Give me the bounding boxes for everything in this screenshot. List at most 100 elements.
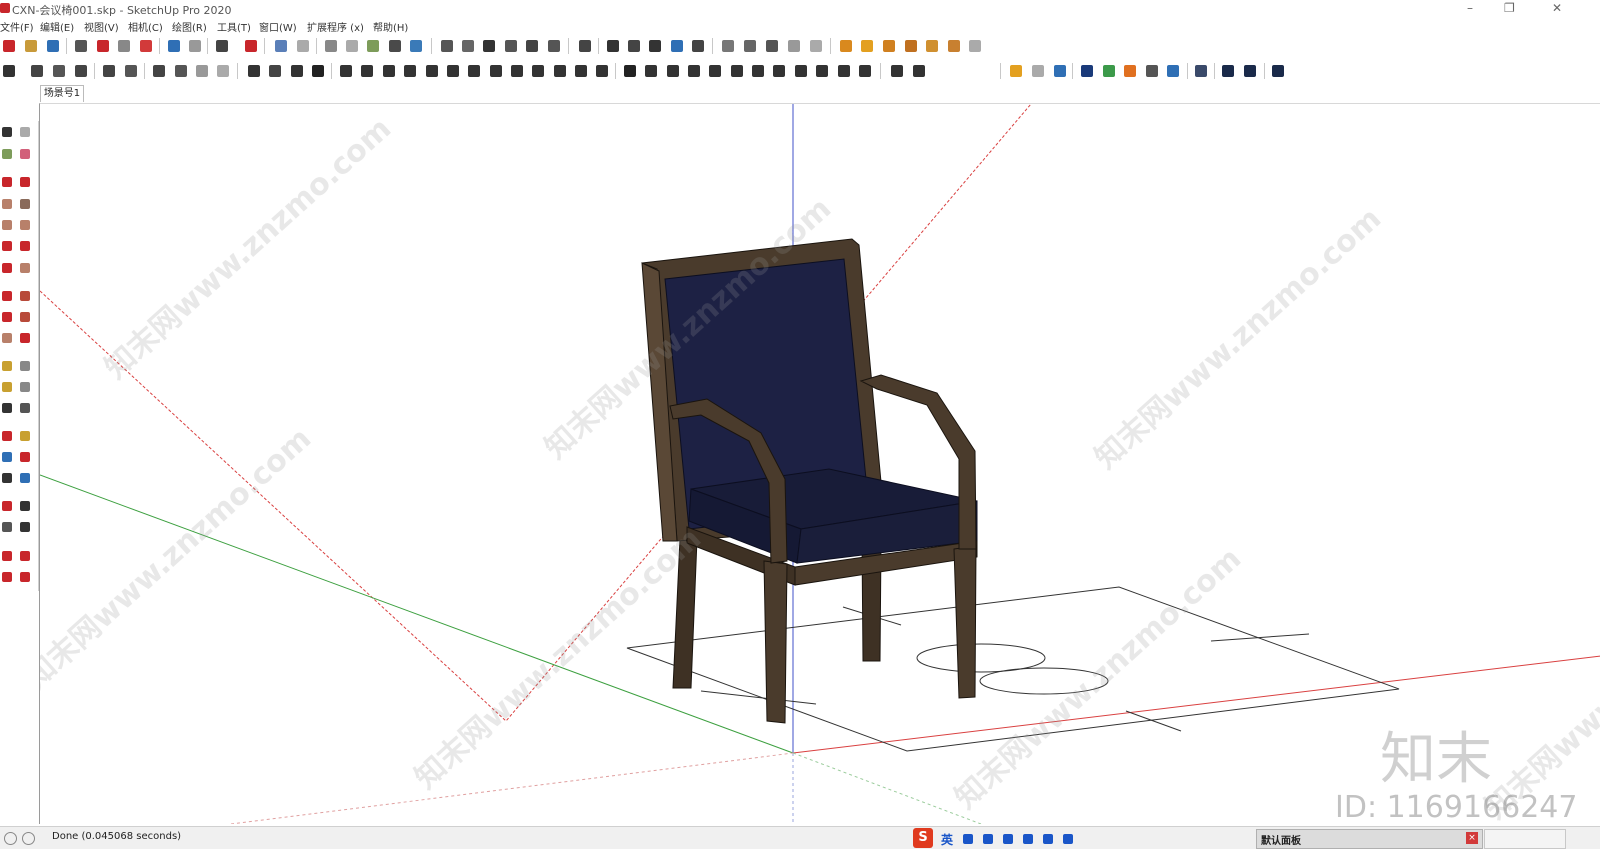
- frame-4-icon[interactable]: [214, 62, 232, 80]
- user-icon[interactable]: [1269, 62, 1287, 80]
- offset-icon[interactable]: [18, 331, 32, 345]
- text-tool-icon[interactable]: [18, 380, 32, 394]
- align-icon[interactable]: [100, 62, 118, 80]
- shape-2-icon[interactable]: [50, 62, 68, 80]
- orbit-icon[interactable]: [0, 429, 14, 443]
- section-icon[interactable]: [18, 520, 32, 534]
- plugin-e-icon[interactable]: [1007, 62, 1025, 80]
- tool-c-icon[interactable]: [380, 62, 398, 80]
- line-tool-icon[interactable]: [0, 175, 14, 189]
- arc-tool-icon[interactable]: [621, 62, 639, 80]
- frame-1-icon[interactable]: [150, 62, 168, 80]
- measure-icon[interactable]: [880, 37, 898, 55]
- freehand-icon[interactable]: [18, 175, 32, 189]
- building-icon[interactable]: [749, 62, 767, 80]
- rotated-rectangle-icon[interactable]: [18, 197, 32, 211]
- menu-draw[interactable]: 绘图(R): [172, 19, 207, 34]
- new-file-icon[interactable]: [0, 37, 18, 55]
- save-icon[interactable]: [44, 37, 62, 55]
- layers-icon[interactable]: [1051, 62, 1069, 80]
- bar-chart-icon[interactable]: [309, 62, 327, 80]
- back-edges-icon[interactable]: [294, 37, 312, 55]
- box-icon[interactable]: [763, 37, 781, 55]
- xray-icon[interactable]: [272, 37, 290, 55]
- menu-extensions[interactable]: 扩展程序 (x): [307, 19, 364, 34]
- game-icon[interactable]: [1043, 834, 1053, 844]
- info-status-icon[interactable]: [22, 832, 35, 845]
- diagonal-icon[interactable]: [288, 62, 306, 80]
- share-component-icon[interactable]: [18, 570, 32, 584]
- tool-j-icon[interactable]: [529, 62, 547, 80]
- cloud-upload-icon[interactable]: [1164, 62, 1182, 80]
- back-view-icon[interactable]: [523, 37, 541, 55]
- stairs-icon[interactable]: [245, 62, 263, 80]
- zoom-extents-icon[interactable]: [0, 471, 14, 485]
- close-button[interactable]: ✕: [1552, 1, 1562, 15]
- menu-tools[interactable]: 工具(T): [217, 19, 251, 34]
- protractor-icon[interactable]: [0, 380, 14, 394]
- tool-b-icon[interactable]: [358, 62, 376, 80]
- axes-icon[interactable]: [0, 401, 14, 415]
- solid-intersect-icon[interactable]: [646, 37, 664, 55]
- left-view-icon[interactable]: [545, 37, 563, 55]
- rotate-icon[interactable]: [0, 310, 14, 324]
- tape-measure-icon[interactable]: [0, 359, 14, 373]
- ime-language-label[interactable]: 英: [941, 831, 953, 848]
- scale-icon[interactable]: [0, 331, 14, 345]
- undo-icon[interactable]: [165, 37, 183, 55]
- checker-icon[interactable]: [1143, 62, 1161, 80]
- column-icon[interactable]: [266, 62, 284, 80]
- 3d-viewport[interactable]: 知末网www.znzmo.com 知末网www.znzmo.com 知末网www…: [39, 103, 1600, 824]
- keyboard-icon[interactable]: [1003, 834, 1013, 844]
- print-icon[interactable]: [213, 37, 231, 55]
- push-pull-icon[interactable]: [18, 289, 32, 303]
- cut-icon[interactable]: [72, 37, 90, 55]
- pie-icon[interactable]: [18, 261, 32, 275]
- position-camera-icon[interactable]: [0, 499, 14, 513]
- tool-h-icon[interactable]: [487, 62, 505, 80]
- chain-icon[interactable]: [642, 62, 660, 80]
- previous-view-icon[interactable]: [18, 471, 32, 485]
- grid-icon[interactable]: [792, 62, 810, 80]
- export-1-icon[interactable]: [888, 62, 906, 80]
- minimize-button[interactable]: –: [1467, 1, 1473, 15]
- sogou-logo-icon[interactable]: S: [913, 828, 933, 848]
- frame-3-icon[interactable]: [193, 62, 211, 80]
- no-entry-icon[interactable]: [0, 62, 18, 80]
- refresh-icon[interactable]: [1029, 62, 1047, 80]
- tool-i-icon[interactable]: [508, 62, 526, 80]
- paste-icon[interactable]: [115, 37, 133, 55]
- export-2-icon[interactable]: [910, 62, 928, 80]
- shape-1-icon[interactable]: [28, 62, 46, 80]
- pin-icon[interactable]: [902, 37, 920, 55]
- eraser-icon[interactable]: [18, 147, 32, 161]
- paint-bucket-icon[interactable]: [0, 147, 14, 161]
- component-tool-icon[interactable]: [18, 125, 32, 139]
- default-tray-panel[interactable]: 默认面板 ×: [1256, 829, 1483, 849]
- look-around-icon[interactable]: [18, 499, 32, 513]
- wave-icon[interactable]: [664, 62, 682, 80]
- solid-trim-icon[interactable]: [668, 37, 686, 55]
- settings-circle-icon[interactable]: [966, 37, 984, 55]
- solid-union-icon[interactable]: [604, 37, 622, 55]
- copy-icon[interactable]: [94, 37, 112, 55]
- pyramid-icon[interactable]: [770, 62, 788, 80]
- top-view-icon[interactable]: [459, 37, 477, 55]
- zoom-icon[interactable]: [0, 450, 14, 464]
- circle-icon[interactable]: [0, 218, 14, 232]
- open-folder-icon[interactable]: [22, 37, 40, 55]
- mail-icon[interactable]: [1219, 62, 1237, 80]
- menu-help[interactable]: 帮助(H): [373, 19, 408, 34]
- spiral-icon[interactable]: [685, 62, 703, 80]
- right-view-icon[interactable]: [502, 37, 520, 55]
- cloud-icon[interactable]: [945, 37, 963, 55]
- menu-file[interactable]: 文件(F): [0, 19, 34, 34]
- tool-f-icon[interactable]: [444, 62, 462, 80]
- arc-icon[interactable]: [0, 239, 14, 253]
- tool-m-icon[interactable]: [593, 62, 611, 80]
- sun-icon[interactable]: [858, 37, 876, 55]
- dimension-icon[interactable]: [18, 359, 32, 373]
- stack-icon[interactable]: [1121, 62, 1139, 80]
- skin-icon[interactable]: [1023, 834, 1033, 844]
- wireframe-icon[interactable]: [322, 37, 340, 55]
